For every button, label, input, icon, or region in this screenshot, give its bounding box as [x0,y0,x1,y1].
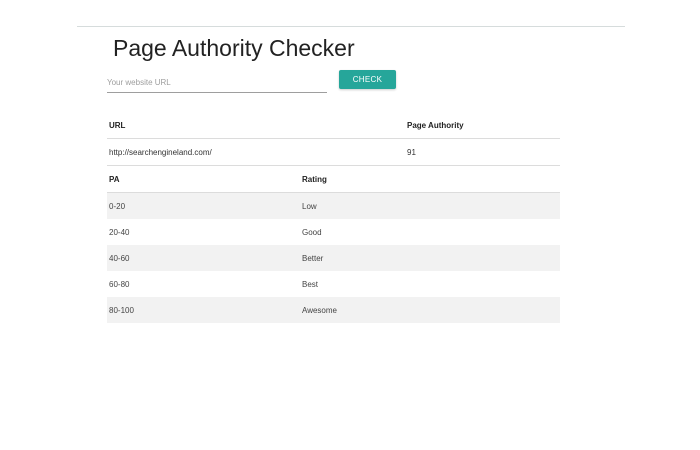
rating-range-cell: 0-20 [109,201,126,211]
result-page-authority-cell: 91 [405,138,560,166]
rating-range-cell: 40-60 [109,253,130,263]
rating-row: 40-60 Better [107,245,560,271]
page-title: Page Authority Checker [113,35,355,61]
rating-label-cell: Best [302,279,319,289]
rating-row: 80-100 Awesome [107,297,560,323]
column-header-page-authority: Page Authority [405,112,560,139]
rating-label-cell: Good [302,227,322,237]
rating-range-cell: 20-40 [109,227,130,237]
rating-range-cell: 80-100 [109,305,134,315]
result-row: http://searchengineland.com/ 91 [107,138,560,166]
top-divider [77,26,625,27]
column-header-pa: PA [109,174,120,184]
result-header-row: URL Page Authority [107,112,560,139]
rating-range-cell: 60-80 [109,279,130,289]
website-url-input[interactable] [107,72,327,93]
rating-table: PA Rating 0-20 Low 20-40 Good 40-60 Bett… [107,166,560,323]
rating-row: 0-20 Low [107,192,560,219]
column-header-rating: Rating [302,174,327,184]
column-header-url: URL [107,112,405,139]
rating-header-row: PA Rating [107,166,560,193]
rating-row: 20-40 Good [107,219,560,245]
rating-label-cell: Low [302,201,317,211]
check-button[interactable]: CHECK [339,70,396,89]
rating-label-cell: Better [302,253,324,263]
page-container: Page Authority Checker CHECK URL Page Au… [0,0,700,450]
result-table: URL Page Authority http://searchenginela… [107,112,560,166]
result-url-cell: http://searchengineland.com/ [107,138,405,166]
rating-label-cell: Awesome [302,305,337,315]
rating-row: 60-80 Best [107,271,560,297]
